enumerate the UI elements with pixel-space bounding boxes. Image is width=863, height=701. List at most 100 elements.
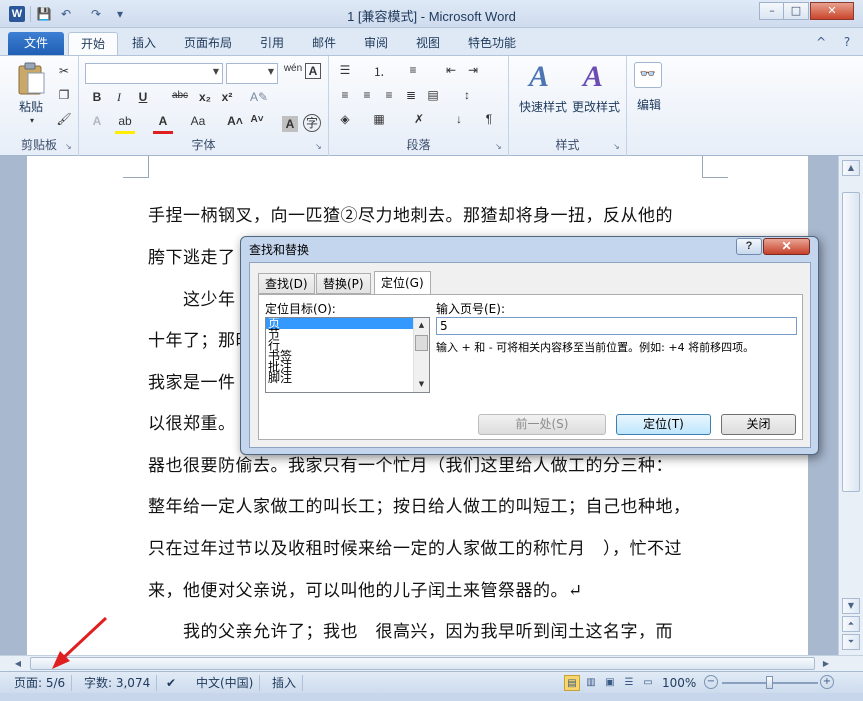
bullets-icon[interactable]: ☰ bbox=[335, 63, 355, 83]
next-page-icon[interactable]: ⏷ bbox=[842, 634, 860, 650]
shrink-font-icon[interactable]: A˅ bbox=[247, 114, 267, 134]
tab-insert[interactable]: 插入 bbox=[120, 32, 168, 55]
document-line[interactable]: 我家是一件 bbox=[148, 368, 236, 393]
status-insert-mode[interactable]: 插入 bbox=[266, 675, 304, 691]
list-item[interactable]: 脚注 bbox=[266, 372, 429, 384]
font-size-dropdown-icon[interactable]: ▼ bbox=[268, 67, 274, 76]
bold-icon[interactable]: B bbox=[87, 90, 107, 110]
zoom-out-icon[interactable]: − bbox=[704, 675, 718, 689]
tab-replace[interactable]: 替换(P) bbox=[316, 273, 371, 294]
status-language[interactable]: 中文(中国) bbox=[190, 675, 261, 691]
document-line[interactable]: 手捏一柄钢叉，向一匹猹②尽力地刺去。那猹却将身一扭，反从他的 bbox=[148, 201, 673, 226]
document-line[interactable]: 这少年 bbox=[148, 285, 236, 310]
multilevel-list-icon[interactable]: ≡ bbox=[403, 63, 423, 83]
change-styles-icon[interactable]: A bbox=[583, 60, 603, 94]
paste-dropdown-icon[interactable]: ▾ bbox=[22, 116, 42, 136]
tab-review[interactable]: 审阅 bbox=[352, 32, 400, 55]
listbox-scroll-thumb[interactable] bbox=[415, 335, 428, 351]
paste-label[interactable]: 粘贴 bbox=[14, 98, 48, 115]
line-spacing-icon[interactable]: ↕ bbox=[457, 88, 477, 108]
outline-view-icon[interactable]: ☰ bbox=[621, 675, 637, 691]
close-window-button[interactable]: ✕ bbox=[810, 2, 854, 20]
tab-file[interactable]: 文件 bbox=[8, 32, 64, 55]
help-icon[interactable]: ? bbox=[839, 34, 855, 50]
previous-page-icon[interactable]: ⏶ bbox=[842, 616, 860, 632]
scroll-right-icon[interactable]: ▶ bbox=[818, 656, 834, 671]
tab-goto[interactable]: 定位(G) bbox=[374, 271, 431, 296]
character-shading-icon[interactable]: A bbox=[282, 116, 298, 132]
format-painter-icon[interactable]: 🖌 bbox=[54, 112, 74, 132]
tab-special-features[interactable]: 特色功能 bbox=[456, 32, 528, 55]
cut-icon[interactable]: ✂ bbox=[54, 64, 74, 84]
close-button[interactable]: 关闭 bbox=[721, 414, 796, 435]
vertical-scrollbar[interactable]: ▲ ▼ ⏶ ⏷ bbox=[838, 156, 863, 655]
change-case-icon[interactable]: Aa bbox=[185, 114, 211, 134]
document-line[interactable]: 我的父亲允许了；我也 很高兴，因为我早听到闰土这名字，而 bbox=[148, 617, 673, 642]
minimize-button[interactable]: – bbox=[759, 2, 785, 20]
status-page[interactable]: 页面: 5/6 bbox=[8, 675, 73, 691]
page-number-input[interactable]: 5 bbox=[436, 317, 797, 335]
strikethrough-icon[interactable]: abc bbox=[167, 90, 193, 110]
print-layout-view-icon[interactable]: ▤ bbox=[564, 675, 580, 691]
list-item[interactable]: 页 bbox=[266, 318, 429, 329]
document-line[interactable]: 胯下逃走了 bbox=[148, 243, 236, 268]
borders-icon[interactable]: ▦ bbox=[369, 112, 389, 132]
superscript-icon[interactable]: x² bbox=[217, 90, 237, 110]
distributed-icon[interactable]: ▤ bbox=[423, 88, 443, 108]
scroll-down-icon[interactable]: ▼ bbox=[842, 598, 860, 614]
enclose-characters-icon[interactable]: 字 bbox=[303, 114, 321, 132]
justify-icon[interactable]: ≣ bbox=[401, 88, 421, 108]
numbering-icon[interactable]: ⒈ bbox=[369, 63, 389, 83]
align-right-icon[interactable]: ≡ bbox=[379, 88, 399, 108]
status-word-count[interactable]: 字数: 3,074 bbox=[78, 675, 158, 691]
document-line[interactable]: 以很郑重。 bbox=[148, 409, 236, 434]
vertical-scroll-thumb[interactable] bbox=[842, 192, 860, 492]
font-launcher-icon[interactable]: ↘ bbox=[315, 142, 324, 151]
shading-icon[interactable]: ◈ bbox=[335, 112, 355, 132]
align-left-icon[interactable]: ≡ bbox=[335, 88, 355, 108]
clipboard-launcher-icon[interactable]: ↘ bbox=[65, 142, 74, 151]
decrease-indent-icon[interactable]: ⇤ bbox=[441, 63, 461, 83]
full-screen-reading-icon[interactable]: ▥ bbox=[583, 675, 599, 691]
minimize-ribbon-icon[interactable]: ^ bbox=[813, 34, 829, 50]
web-layout-icon[interactable]: ▣ bbox=[602, 675, 618, 691]
document-line[interactable]: 来，他便对父亲说，可以叫他的儿子闰土来管祭器的。↵ bbox=[148, 576, 583, 601]
text-effects-icon[interactable]: A bbox=[87, 114, 107, 134]
quick-styles-icon[interactable]: A bbox=[529, 60, 549, 94]
dialog-close-button[interactable]: ✕ bbox=[763, 238, 810, 255]
tab-page-layout[interactable]: 页面布局 bbox=[172, 32, 244, 55]
tab-find[interactable]: 查找(D) bbox=[258, 273, 315, 294]
zoom-slider-thumb[interactable] bbox=[766, 676, 773, 689]
goto-what-listbox[interactable]: 页 节 行 书签 批注 脚注 ▲ ▼ bbox=[265, 317, 430, 393]
show-marks-icon[interactable]: ¶ bbox=[479, 112, 499, 132]
phonetic-guide-icon[interactable]: wén bbox=[283, 63, 303, 83]
font-size-combo[interactable]: ▼ bbox=[226, 63, 278, 84]
horizontal-scroll-thumb[interactable] bbox=[30, 657, 815, 670]
list-item[interactable]: 节 bbox=[266, 328, 429, 340]
paste-icon[interactable] bbox=[16, 62, 46, 96]
tab-view[interactable]: 视图 bbox=[404, 32, 452, 55]
document-line[interactable]: 整年给一定人家做工的叫长工；按日给人做工的叫短工；自己也种地， bbox=[148, 492, 691, 517]
goto-button[interactable]: 定位(T) bbox=[616, 414, 711, 435]
chinese-layout-icon[interactable]: ✗ bbox=[409, 112, 429, 132]
listbox-scroll-up-icon[interactable]: ▲ bbox=[414, 318, 429, 333]
subscript-icon[interactable]: x₂ bbox=[195, 90, 215, 110]
quick-styles-label[interactable]: 快速样式 bbox=[513, 98, 573, 115]
tab-home[interactable]: 开始 bbox=[68, 32, 119, 55]
previous-button[interactable]: 前一处(S) bbox=[478, 414, 606, 435]
italic-icon[interactable]: I bbox=[109, 90, 129, 110]
scroll-up-icon[interactable]: ▲ bbox=[842, 160, 860, 176]
increase-indent-icon[interactable]: ⇥ bbox=[463, 63, 483, 83]
underline-icon[interactable]: U bbox=[133, 90, 153, 110]
copy-icon[interactable]: ❐ bbox=[54, 88, 74, 108]
zoom-in-icon[interactable]: + bbox=[820, 675, 834, 689]
document-line[interactable]: 十年了；那时 bbox=[148, 326, 253, 351]
paragraph-launcher-icon[interactable]: ↘ bbox=[495, 142, 504, 151]
align-center-icon[interactable]: ≡ bbox=[357, 88, 377, 108]
editing-label[interactable]: 编辑 bbox=[629, 96, 669, 113]
horizontal-scrollbar[interactable]: ◀ ▶ bbox=[0, 655, 863, 671]
font-name-dropdown-icon[interactable]: ▼ bbox=[213, 67, 219, 76]
tab-mailings[interactable]: 邮件 bbox=[300, 32, 348, 55]
maximize-button[interactable]: □ bbox=[783, 2, 809, 20]
styles-launcher-icon[interactable]: ↘ bbox=[613, 142, 622, 151]
